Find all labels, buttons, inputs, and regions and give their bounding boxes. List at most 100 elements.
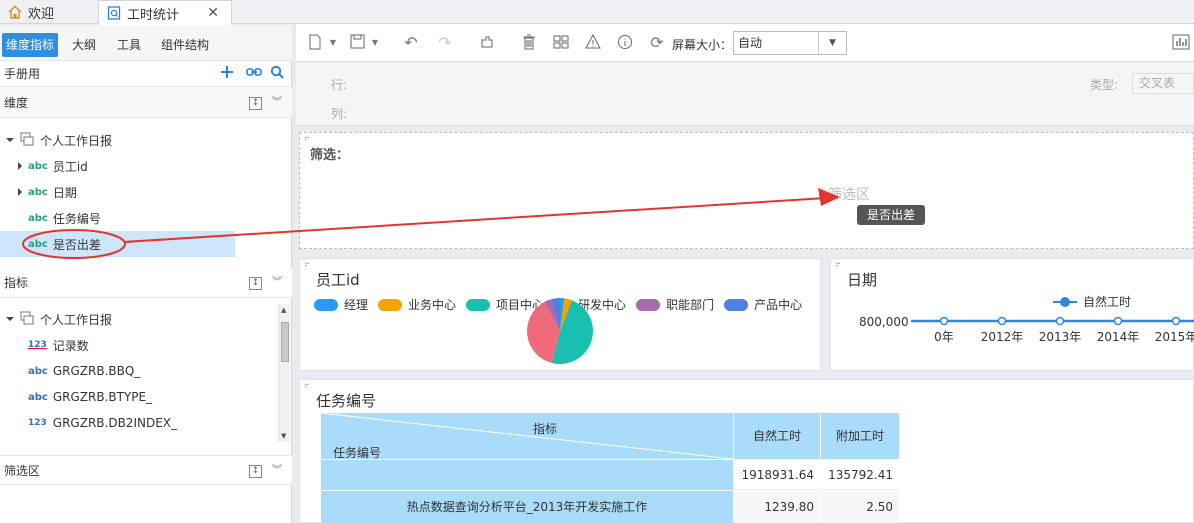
screen-size-select[interactable]: 自动 ▼ — [733, 31, 847, 55]
plugin-icon[interactable] — [478, 34, 496, 52]
metric-field-label: GRGZRB.DB2INDEX_ — [52, 416, 178, 430]
data-point[interactable] — [997, 316, 1007, 326]
date-chart-panel[interactable]: ⠋ 日期 自然工时 800,000 0年 2012年 2013年 2014年 2015年 — [830, 258, 1194, 371]
expand-collapse-icon[interactable]: ↕ — [249, 464, 262, 478]
employee-chart-panel[interactable]: ⠋ 员工id 经理 业务中心 项目中心 研发中心 职能部门 产品中心 — [299, 258, 821, 371]
expand-collapse-icon[interactable]: ↕ — [249, 96, 262, 110]
bar-chart-icon[interactable] — [1172, 34, 1190, 52]
column-header[interactable]: 附加工时 — [821, 413, 899, 459]
tab-tools[interactable]: 工具 — [113, 33, 145, 57]
expand-triangle-icon[interactable] — [18, 188, 22, 196]
drag-handle-icon[interactable]: ⠋ — [304, 136, 310, 145]
table-cell: 2.50 — [821, 491, 899, 523]
layout-grid-icon[interactable] — [552, 34, 570, 52]
row-label: 行: — [331, 78, 348, 92]
table-cell: 1918931.64 — [734, 460, 820, 490]
close-tab-icon[interactable]: ✕ — [207, 5, 219, 21]
text-type-icon: abc — [28, 365, 48, 377]
dimension-field-row[interactable]: abc 日期 — [0, 179, 292, 205]
dimension-group-row[interactable]: 个人工作日报 — [0, 127, 292, 153]
tab-dimensions-metrics[interactable]: 维度指标 — [2, 33, 59, 57]
dimension-field-row-selected[interactable]: abc 是否出差 — [0, 231, 235, 257]
row-header-total — [321, 460, 733, 490]
data-point[interactable] — [1055, 316, 1065, 326]
dimension-section-header[interactable]: 维度 ↕ ︾ — [0, 88, 292, 118]
report-file-icon — [107, 6, 121, 20]
tab-work-hours-label: 工时统计 — [127, 7, 180, 23]
info-icon[interactable] — [616, 34, 634, 52]
drag-handle-icon[interactable]: ⠋ — [304, 262, 310, 271]
filter-area-section-header[interactable]: 筛选区 ↕ ︾ — [0, 455, 292, 485]
table-cell: 135792.41 — [821, 460, 899, 490]
warning-icon[interactable] — [584, 33, 602, 52]
filter-title: 筛选： — [310, 148, 350, 163]
data-point[interactable] — [1171, 316, 1181, 326]
metric-group-row[interactable]: 个人工作日报 — [0, 306, 292, 332]
dimension-field-label: 是否出差 — [52, 237, 101, 252]
tab-outline[interactable]: 大纲 — [68, 33, 100, 57]
legend-label: 经理 — [344, 298, 369, 312]
select-dropdown-icon[interactable]: ▼ — [818, 32, 846, 54]
tab-component-structure[interactable]: 组件结构 — [157, 33, 213, 57]
package-row: 手册用 — [0, 61, 292, 87]
legend-item[interactable]: 职能部门 — [636, 296, 714, 313]
link-icon[interactable] — [246, 65, 262, 82]
dimension-group-label: 个人工作日报 — [40, 133, 113, 148]
metric-list-scrollbar[interactable]: ▲ ▼ — [278, 304, 290, 442]
search-icon[interactable] — [270, 65, 284, 82]
chevron-down-icon[interactable]: ︾ — [272, 268, 282, 298]
text-type-icon: abc — [28, 186, 48, 198]
data-point[interactable] — [1113, 316, 1123, 326]
tab-welcome[interactable]: 欢迎 — [0, 0, 98, 24]
left-panel: 维度指标 大纲 工具 组件结构 手册用 维度 ↕ ︾ 个人工作日报 abc 员工… — [0, 25, 292, 523]
metric-field-row[interactable]: 123 记录数 — [0, 332, 292, 358]
metric-section-title: 指标 — [4, 276, 29, 290]
chevron-down-icon[interactable]: ︾ — [272, 456, 282, 486]
legend-swatch — [636, 298, 661, 311]
filter-panel[interactable]: ⠋ 筛选： 筛选区 是否出差 — [299, 132, 1194, 249]
scroll-down-icon[interactable]: ▼ — [281, 432, 286, 440]
task-table-panel[interactable]: ⠋ 任务编号 指标 任务编号 自然工时 附加工时 1918931.64 1357… — [299, 379, 1194, 523]
collapse-triangle-icon[interactable] — [6, 317, 14, 321]
data-point[interactable] — [939, 316, 949, 326]
metric-field-row[interactable]: abc GRGZRB.BBQ_ — [0, 358, 292, 384]
refresh-icon[interactable]: ⟳ — [648, 34, 666, 52]
dimension-field-row[interactable]: abc 任务编号 — [0, 205, 292, 231]
save-icon[interactable] — [348, 34, 366, 52]
line-chart[interactable]: 自然工时 800,000 0年 2012年 2013年 2014年 2015年 — [831, 259, 1194, 372]
legend-item[interactable]: 产品中心 — [724, 296, 802, 313]
tab-work-hours[interactable]: 工时统计 ✕ — [98, 0, 232, 25]
expand-collapse-icon[interactable]: ↕ — [249, 276, 262, 290]
legend-marker — [1060, 297, 1070, 307]
save-dropdown-icon[interactable]: ▼ — [366, 34, 384, 52]
table-group-icon — [20, 132, 34, 149]
type-select[interactable]: 交叉表 — [1132, 73, 1194, 94]
legend-item[interactable]: 业务中心 — [378, 296, 456, 313]
new-dropdown-icon[interactable]: ▼ — [324, 34, 342, 52]
new-file-icon[interactable] — [306, 34, 324, 52]
employee-chart-title: 员工id — [316, 271, 360, 289]
scroll-up-icon[interactable]: ▲ — [281, 306, 286, 314]
filter-drop-placeholder: 筛选区 — [828, 187, 870, 203]
collapse-triangle-icon[interactable] — [6, 138, 14, 142]
undo-icon[interactable]: ↶ — [402, 34, 420, 52]
header-dimension-label: 任务编号 — [333, 446, 382, 460]
pie-chart[interactable] — [520, 287, 600, 367]
chevron-down-icon[interactable]: ︾ — [272, 88, 282, 118]
legend-item[interactable]: 经理 — [314, 296, 368, 313]
redo-icon[interactable]: ↷ — [436, 34, 454, 52]
scrollbar-thumb[interactable] — [281, 322, 289, 362]
metric-section-header[interactable]: 指标 ↕ ︾ — [0, 268, 292, 298]
delete-icon[interactable] — [520, 34, 538, 52]
number-type-icon: 123 — [28, 340, 47, 350]
column-header[interactable]: 自然工时 — [734, 413, 820, 459]
design-workspace: ▼ ▼ ↶ ↷ ⟳ 屏幕大小： 自动 ▼ 行: 列: 类型: 交叉表 ⠋ 筛选：… — [296, 24, 1194, 523]
metric-field-row[interactable]: abc GRGZRB.BTYPE_ — [0, 384, 292, 410]
diagonal-divider — [321, 413, 733, 459]
metric-field-row[interactable]: 123 GRGZRB.DB2INDEX_ — [0, 410, 292, 436]
add-icon[interactable] — [220, 65, 234, 82]
expand-triangle-icon[interactable] — [18, 162, 22, 170]
dimension-field-row[interactable]: abc 员工id — [0, 153, 292, 179]
drag-handle-icon[interactable]: ⠋ — [304, 383, 310, 392]
screen-size-label: 屏幕大小： — [672, 38, 733, 52]
